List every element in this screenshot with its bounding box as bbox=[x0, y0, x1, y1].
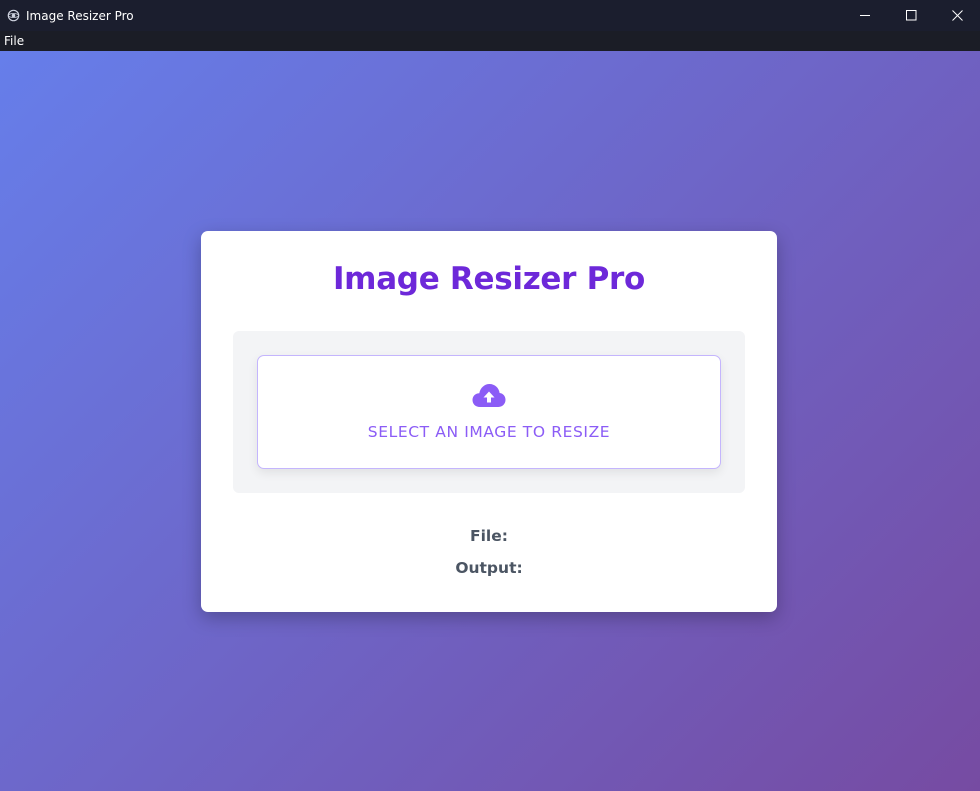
maximize-button[interactable] bbox=[888, 0, 934, 31]
app-icon bbox=[6, 9, 20, 23]
menu-item-file[interactable]: File bbox=[0, 34, 28, 48]
select-image-button[interactable]: SELECT AN IMAGE TO RESIZE bbox=[257, 355, 721, 469]
minimize-button[interactable] bbox=[842, 0, 888, 31]
maximize-icon bbox=[905, 10, 916, 21]
upload-area: SELECT AN IMAGE TO RESIZE bbox=[233, 331, 745, 493]
select-image-label: SELECT AN IMAGE TO RESIZE bbox=[367, 423, 611, 441]
minimize-icon bbox=[859, 15, 870, 16]
resizer-card: Image Resizer Pro SELECT AN IMAGE TO RES… bbox=[201, 231, 777, 612]
cloud-upload-icon bbox=[472, 384, 506, 407]
window-titlebar: Image Resizer Pro bbox=[0, 0, 980, 31]
file-label: File: bbox=[470, 527, 508, 545]
menu-bar: File bbox=[0, 31, 980, 51]
window-controls bbox=[842, 0, 980, 31]
output-label: Output: bbox=[455, 559, 523, 577]
page-title: Image Resizer Pro bbox=[332, 261, 646, 297]
close-button[interactable] bbox=[934, 0, 980, 31]
window-title: Image Resizer Pro bbox=[26, 8, 134, 23]
main-content: Image Resizer Pro SELECT AN IMAGE TO RES… bbox=[0, 51, 980, 791]
close-icon bbox=[951, 10, 963, 21]
